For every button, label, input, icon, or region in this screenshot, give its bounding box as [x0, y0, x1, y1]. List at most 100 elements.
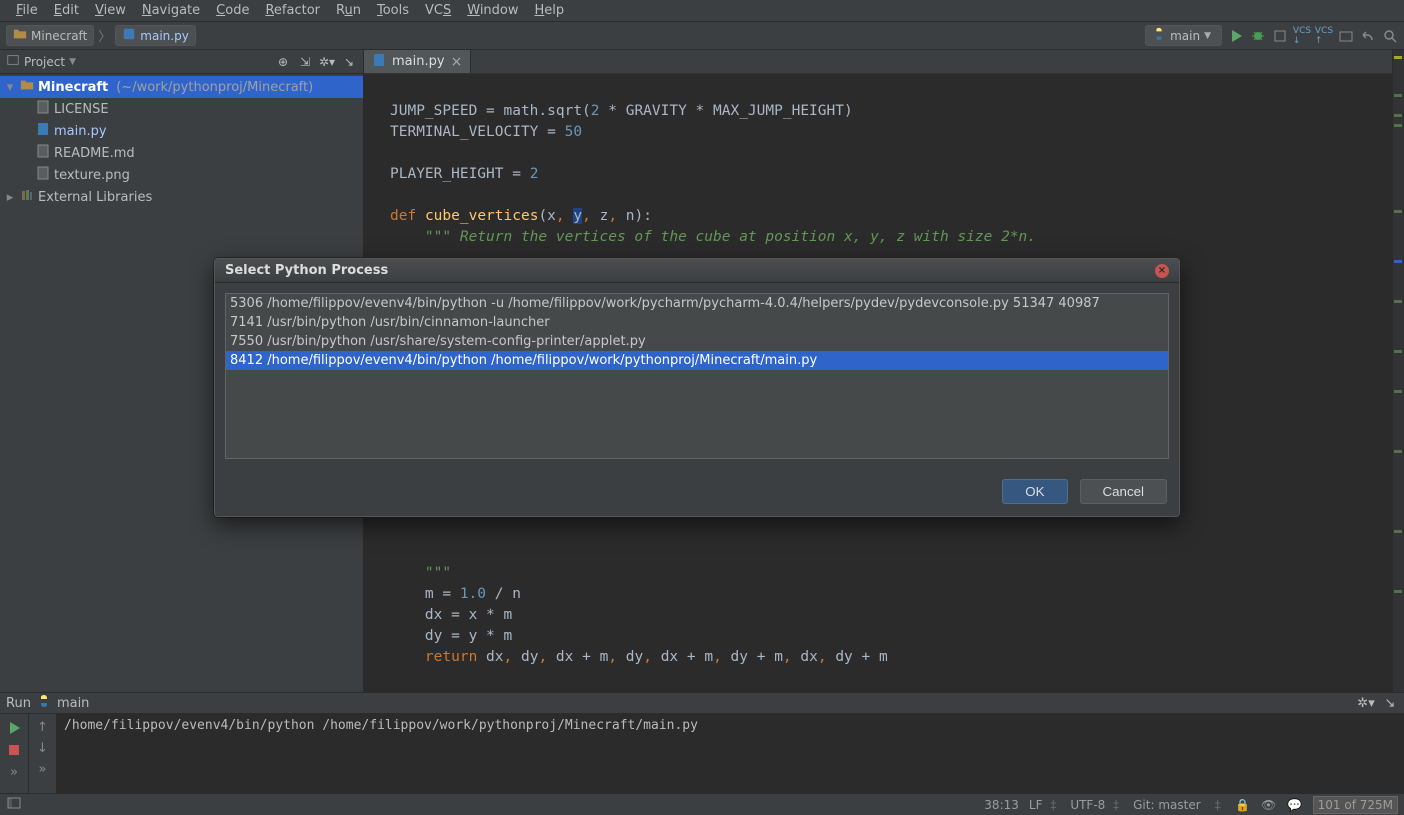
tree-external-label: External Libraries [38, 190, 152, 205]
process-list-item[interactable]: 5306 /home/filippov/evenv4/bin/python -u… [226, 294, 1168, 313]
menu-edit[interactable]: Edit [46, 2, 87, 19]
menu-code[interactable]: Code [208, 2, 257, 19]
tree-root-name: Minecraft [38, 80, 108, 95]
undo-button[interactable] [1360, 28, 1376, 44]
menu-view[interactable]: View [87, 2, 134, 19]
tree-external-libraries[interactable]: External Libraries [0, 186, 363, 208]
expand-icon[interactable] [4, 80, 16, 95]
ok-button[interactable]: OK [1002, 479, 1067, 504]
tree-project-root[interactable]: Minecraft (~/work/pythonproj/Minecraft) [0, 76, 363, 98]
hide-tool-window-icon[interactable]: ↘ [1382, 695, 1398, 711]
cancel-button[interactable]: Cancel [1080, 479, 1168, 504]
dropdown-arrow-icon: ▼ [1204, 31, 1211, 41]
tree-file-label: main.py [54, 124, 107, 139]
python-file-icon [372, 53, 386, 71]
menu-window[interactable]: Window [459, 2, 526, 19]
scroll-from-source-icon[interactable]: ⊕ [275, 54, 291, 70]
debug-button[interactable] [1250, 28, 1266, 44]
python-icon [1152, 27, 1166, 44]
notification-icon[interactable]: 💬 [1287, 797, 1303, 813]
rerun-button[interactable] [6, 720, 22, 736]
tool-window-icon [6, 53, 20, 70]
menu-file[interactable]: File [8, 2, 46, 19]
menu-tools[interactable]: Tools [369, 2, 417, 19]
status-git-branch[interactable]: Git: master [1133, 798, 1201, 812]
tree-root-path: (~/work/pythonproj/Minecraft) [116, 80, 313, 95]
editor-error-stripe[interactable] [1392, 50, 1404, 692]
project-tool-title: Project [24, 55, 65, 69]
navbar: Minecraft 〉 main.py main ▼ VCS↓ VCS↑ [0, 22, 1404, 50]
breadcrumb-file[interactable]: main.py [115, 25, 196, 46]
menu-vcs[interactable]: VCS [417, 2, 459, 19]
toolbar-right: main ▼ VCS↓ VCS↑ [1145, 25, 1398, 46]
run-button[interactable] [1228, 28, 1244, 44]
menu-help[interactable]: Help [527, 2, 573, 19]
breadcrumb-sep: 〉 [98, 26, 111, 45]
tree-file-main[interactable]: main.py [0, 120, 363, 142]
open-button[interactable] [1338, 28, 1354, 44]
process-list[interactable]: 5306 /home/filippov/evenv4/bin/python -u… [225, 293, 1169, 459]
status-caret-position[interactable]: 38:13 [984, 798, 1019, 812]
tree-file-label: texture.png [54, 168, 130, 183]
run-configuration-selector[interactable]: main ▼ [1145, 25, 1222, 46]
stop-button[interactable] [6, 742, 22, 758]
collapse-all-icon[interactable]: ⇲ [297, 54, 313, 70]
folder-icon [20, 78, 34, 96]
more-icon[interactable]: » [6, 764, 22, 780]
run-tool-tab-bar: Run main ✲▾ ↘ [0, 692, 1404, 714]
down-arrow-icon[interactable]: ↓ [37, 741, 48, 756]
process-list-item[interactable]: 7550 /usr/bin/python /usr/share/system-c… [226, 332, 1168, 351]
editor-tab-label: main.py [392, 54, 445, 69]
breadcrumbs: Minecraft 〉 main.py [6, 25, 196, 46]
dialog-close-button[interactable]: × [1155, 264, 1169, 278]
tree-file-readme[interactable]: README.md [0, 142, 363, 164]
select-process-dialog: Select Python Process × 5306 /home/filip… [214, 258, 1180, 517]
process-list-item-selected[interactable]: 8412 /home/filippov/evenv4/bin/python /h… [226, 351, 1168, 370]
run-tool-label[interactable]: Run [6, 696, 31, 711]
search-everywhere-button[interactable] [1382, 28, 1398, 44]
tool-windows-toggle-icon[interactable] [6, 795, 22, 811]
project-tool-header: Project ▼ ⊕ ⇲ ✲▾ ↘ [0, 50, 363, 74]
run-config-name[interactable]: main [57, 696, 89, 711]
library-icon [20, 188, 34, 206]
lock-icon[interactable]: 🔒 [1235, 797, 1251, 813]
gear-icon[interactable]: ✲▾ [1358, 695, 1374, 711]
breadcrumb-file-label: main.py [140, 29, 189, 43]
text-file-icon [36, 144, 50, 162]
menu-navigate[interactable]: Navigate [134, 2, 208, 19]
close-tab-icon[interactable]: × [451, 54, 463, 70]
image-file-icon [36, 166, 50, 184]
up-arrow-icon[interactable]: ↑ [37, 720, 48, 735]
menu-run[interactable]: Run [328, 2, 369, 19]
tree-file-license[interactable]: LICENSE [0, 98, 363, 120]
vcs-commit-button[interactable]: VCS↑ [1316, 28, 1332, 44]
folder-icon [13, 27, 27, 44]
status-encoding[interactable]: UTF-8 [1070, 798, 1105, 812]
breadcrumb-project[interactable]: Minecraft [6, 25, 94, 46]
menu-refactor[interactable]: Refactor [257, 2, 328, 19]
vcs-update-button[interactable]: VCS↓ [1294, 28, 1310, 44]
dialog-title-text: Select Python Process [225, 263, 388, 278]
python-icon [37, 694, 51, 712]
tree-file-label: README.md [54, 146, 135, 161]
dialog-titlebar[interactable]: Select Python Process × [215, 259, 1179, 283]
process-list-item[interactable]: 7141 /usr/bin/python /usr/bin/cinnamon-l… [226, 313, 1168, 332]
hide-tool-window-icon[interactable]: ↘ [341, 54, 357, 70]
dropdown-arrow-icon[interactable]: ▼ [69, 57, 76, 67]
gear-icon[interactable]: ✲▾ [319, 54, 335, 70]
tree-file-texture[interactable]: texture.png [0, 164, 363, 186]
more-icon[interactable]: » [39, 762, 47, 777]
status-bar: 38:13 LF ‡ UTF-8 ‡ Git: master ‡ 🔒 👁 💬 1… [0, 793, 1404, 815]
breadcrumb-project-label: Minecraft [31, 29, 87, 43]
project-tree[interactable]: Minecraft (~/work/pythonproj/Minecraft) … [0, 74, 363, 208]
inspection-eye-icon[interactable]: 👁 [1261, 797, 1277, 813]
editor-tabs: main.py × [364, 50, 1404, 74]
editor-tab-main[interactable]: main.py × [364, 50, 471, 73]
text-file-icon [36, 100, 50, 118]
status-memory-indicator[interactable]: 101 of 725M [1313, 796, 1398, 814]
coverage-button[interactable] [1272, 28, 1288, 44]
python-file-icon [36, 122, 50, 140]
status-line-separator[interactable]: LF [1029, 798, 1043, 812]
console-output-line: /home/filippov/evenv4/bin/python /home/f… [64, 718, 698, 733]
expand-icon[interactable] [4, 190, 16, 205]
